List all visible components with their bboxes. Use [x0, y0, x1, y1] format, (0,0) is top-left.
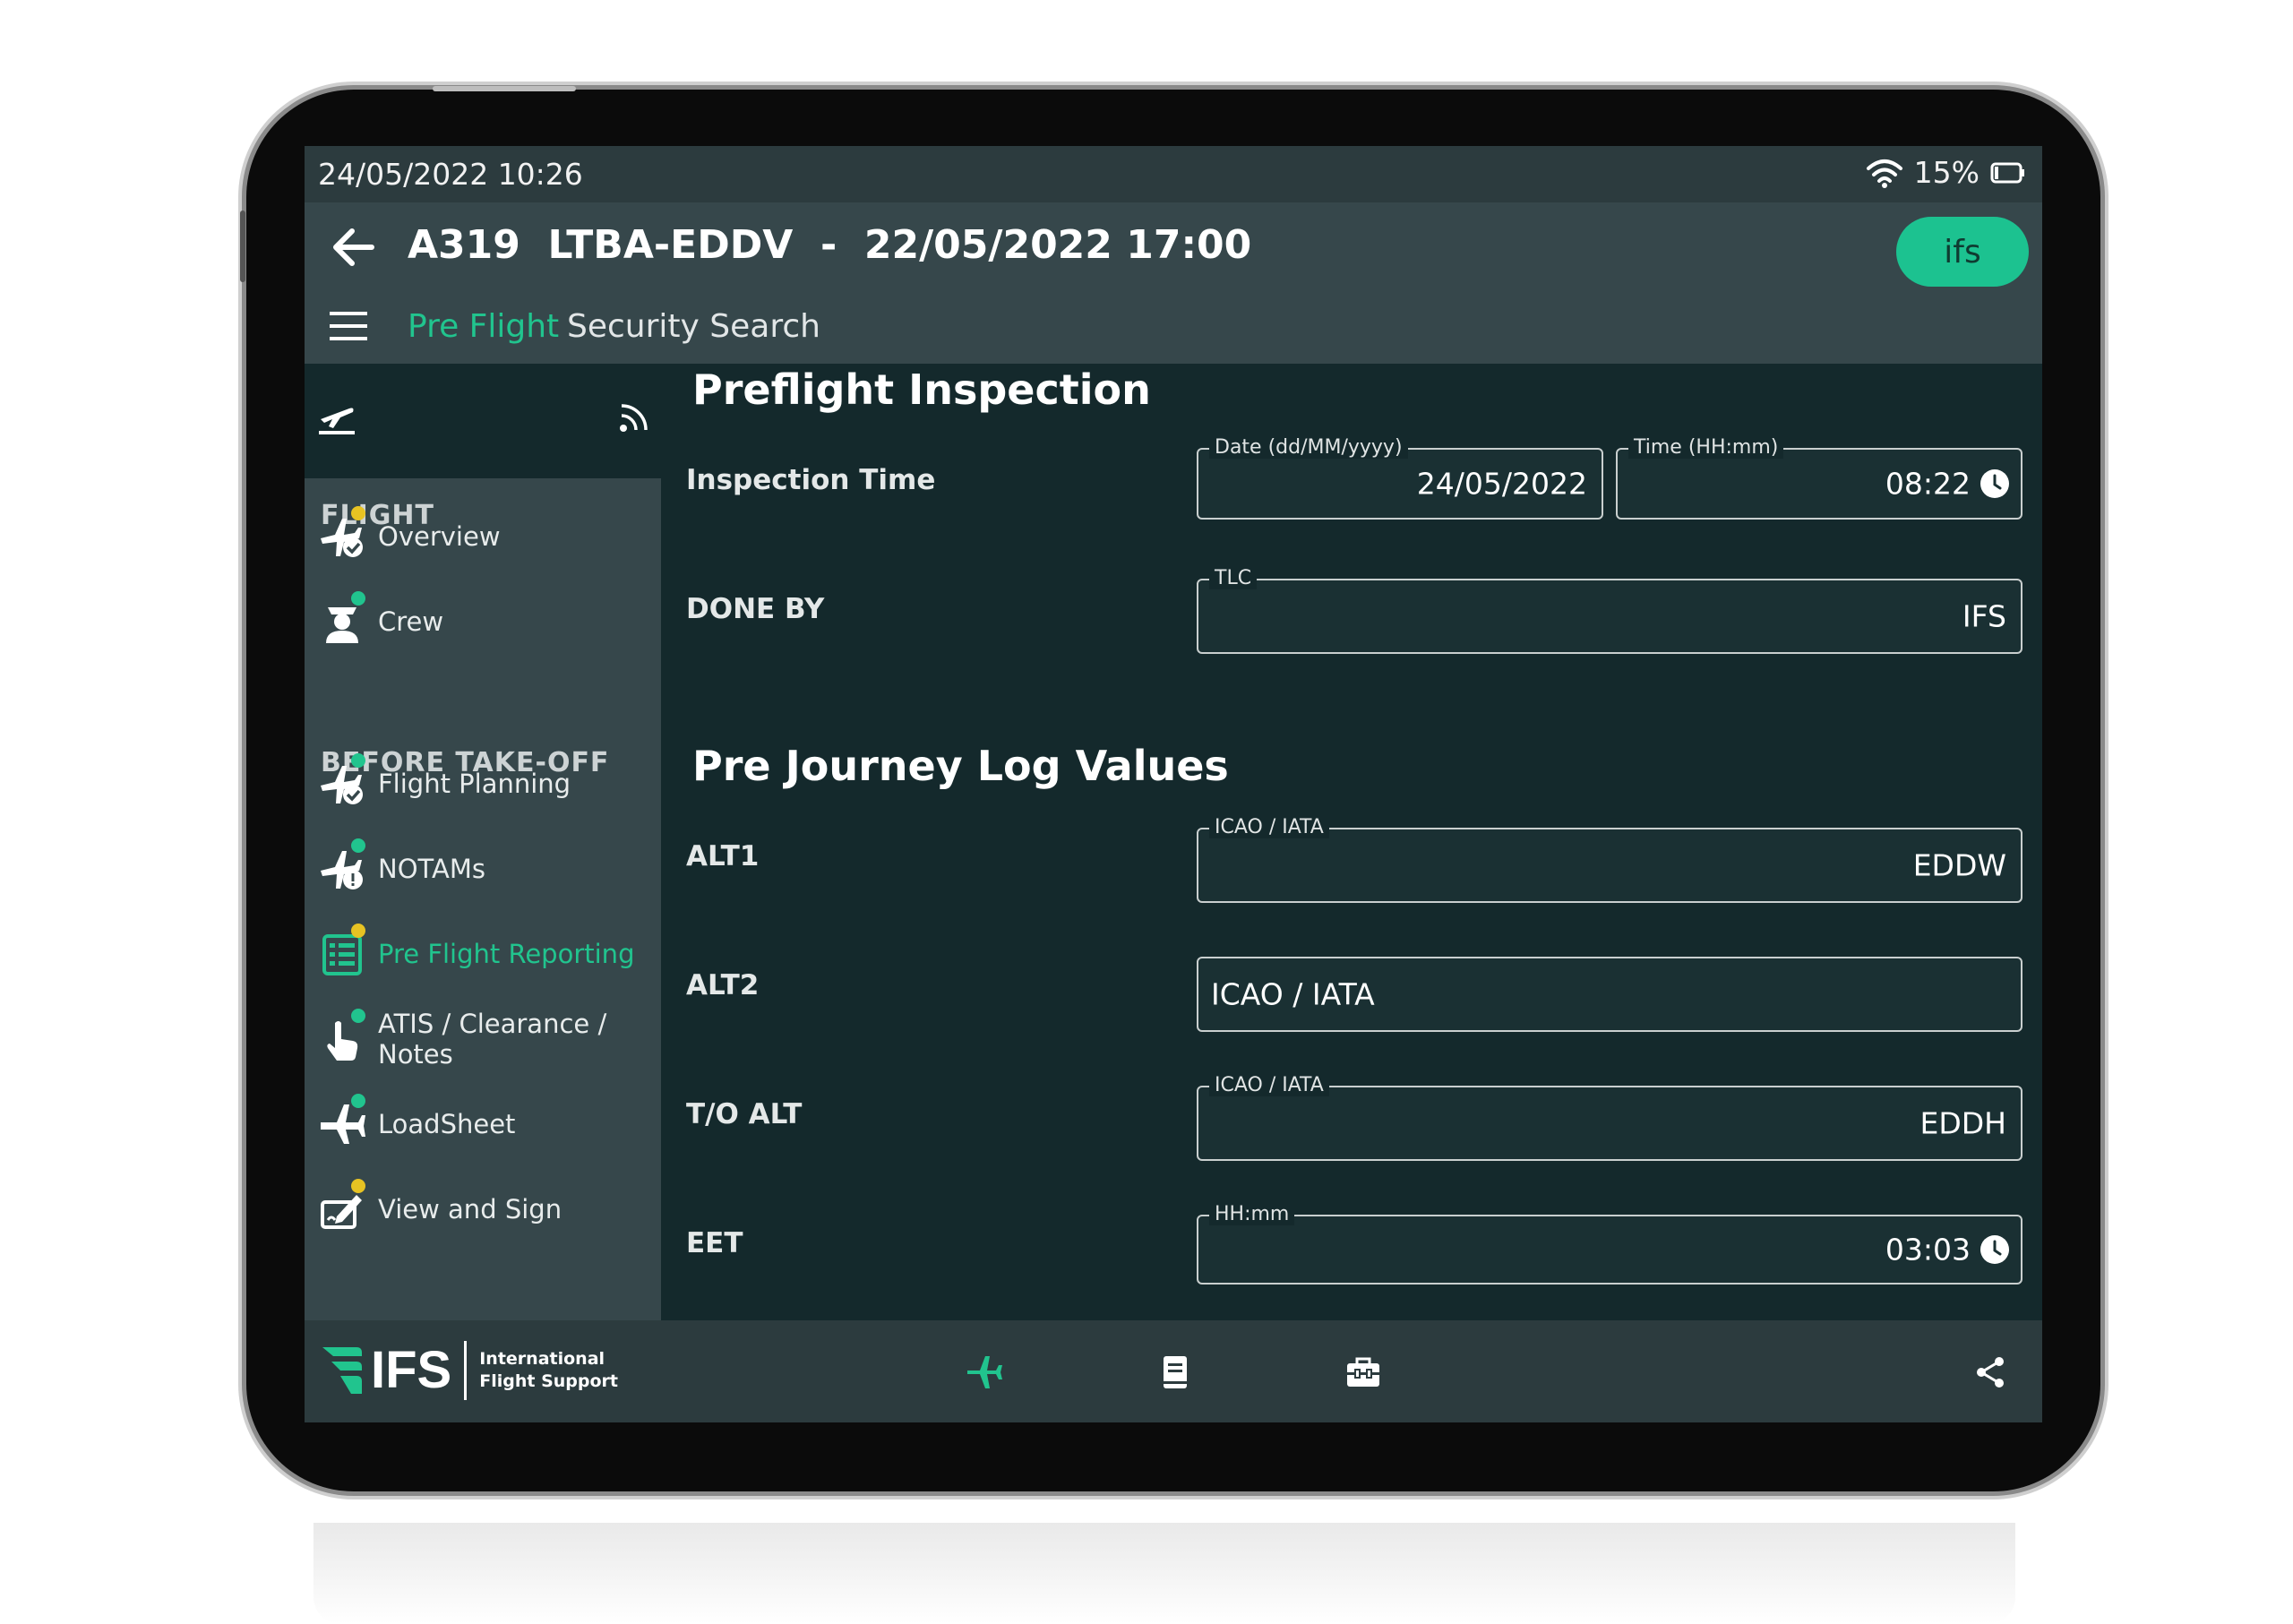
- done-by-field[interactable]: TLC IFS: [1197, 567, 2022, 654]
- sidebar-item-label: NOTAMs: [378, 854, 485, 884]
- sidebar-item-view-and-sign[interactable]: View and Sign: [305, 1173, 661, 1245]
- logo-text: IFS: [371, 1341, 452, 1399]
- clock-icon[interactable]: [1980, 1234, 2010, 1265]
- sidebar-item-label: Pre Flight Reporting: [378, 939, 635, 969]
- clock-icon[interactable]: [1980, 468, 2010, 499]
- sidebar-item-label: LoadSheet: [378, 1109, 516, 1139]
- status-dot-warning: [351, 506, 365, 520]
- field-legend: Time (HH:mm): [1628, 436, 1784, 459]
- done-by-label: DONE BY: [686, 593, 825, 625]
- logo-subtitle: International Flight Support: [479, 1348, 618, 1393]
- to-alt-label: T/O ALT: [686, 1098, 803, 1130]
- main-content: Preflight Inspection Inspection Time Dat…: [661, 364, 2042, 1320]
- alt1-field[interactable]: ICAO / IATA EDDW: [1197, 816, 2022, 903]
- hamburger-menu-icon[interactable]: [330, 308, 367, 344]
- status-dot-ok: [351, 1009, 365, 1023]
- sidebar-item-label: Flight Planning: [378, 769, 571, 799]
- status-dot-warning: [351, 924, 365, 938]
- app-screen: 24/05/2022 10:26 15% A319 LTBA-EDDV - 22…: [305, 146, 2042, 1422]
- field-legend: ICAO / IATA: [1209, 1074, 1329, 1096]
- ifs-logo-mark-icon: [322, 1346, 362, 1394]
- sidebar-item-pre-flight-reporting[interactable]: Pre Flight Reporting: [305, 918, 661, 990]
- field-value: 08:22: [1885, 466, 1971, 502]
- back-arrow-icon[interactable]: [327, 220, 381, 274]
- alt2-field[interactable]: ICAO / IATA: [1197, 957, 2022, 1032]
- to-alt-field[interactable]: ICAO / IATA EDDH: [1197, 1074, 2022, 1161]
- status-bar: 24/05/2022 10:26 15%: [305, 146, 2042, 202]
- sidebar-item-label: Crew: [378, 606, 444, 637]
- alt1-label: ALT1: [686, 840, 760, 872]
- battery-icon: [1990, 162, 2024, 183]
- bottom-bar: IFS International Flight Support: [305, 1320, 2042, 1422]
- logo-sub-line: Flight Support: [479, 1371, 618, 1391]
- device-shadow: [313, 1523, 2015, 1624]
- field-legend: Date (dd/MM/yyyy): [1209, 436, 1408, 459]
- battery-percent: 15%: [1913, 155, 1980, 190]
- tablet-side-button: [240, 211, 245, 282]
- status-datetime: 24/05/2022 10:26: [318, 157, 583, 192]
- alt2-label: ALT2: [686, 969, 760, 1001]
- field-legend: HH:mm: [1209, 1203, 1295, 1225]
- tab-pre-flight[interactable]: Pre Flight: [408, 308, 559, 345]
- inspection-time-label: Inspection Time: [686, 464, 936, 496]
- app-header: A319 LTBA-EDDV - 22/05/2022 17:00 ifs Pr…: [305, 202, 2042, 364]
- inspection-time-field[interactable]: Time (HH:mm) 08:22: [1616, 436, 2022, 520]
- field-placeholder: ICAO / IATA: [1211, 976, 1375, 1012]
- share-icon[interactable]: [1971, 1353, 2010, 1392]
- status-dot-warning: [351, 1179, 365, 1193]
- takeoff-icon[interactable]: [317, 400, 356, 435]
- status-dot-ok: [351, 1094, 365, 1108]
- field-value: 24/05/2022: [1416, 466, 1587, 502]
- sidebar-toolbar: [305, 364, 661, 478]
- preflight-inspection-heading: Preflight Inspection: [692, 365, 1151, 414]
- tab-security-search[interactable]: Security Search: [567, 308, 820, 345]
- ifs-badge-button[interactable]: ifs: [1896, 217, 2029, 287]
- sidebar-item-atis-clearance-notes[interactable]: ATIS / Clearance / Notes: [305, 1003, 661, 1075]
- sidebar-item-loadsheet[interactable]: LoadSheet: [305, 1088, 661, 1160]
- status-dot-ok: [351, 591, 365, 606]
- field-value: IFS: [1962, 598, 2006, 634]
- sidebar-item-label: View and Sign: [378, 1194, 563, 1224]
- toolbox-icon[interactable]: [1344, 1353, 1383, 1392]
- status-right: 15%: [1866, 155, 2026, 190]
- pre-journey-log-heading: Pre Journey Log Values: [692, 742, 1229, 790]
- eet-label: EET: [686, 1227, 743, 1259]
- status-dot-ok: [351, 753, 365, 768]
- logo-sub-line: International: [479, 1348, 605, 1369]
- field-value: EDDW: [1912, 847, 2006, 883]
- eet-field[interactable]: HH:mm 03:03: [1197, 1203, 2022, 1285]
- field-legend: ICAO / IATA: [1209, 816, 1329, 838]
- sidebar-item-crew[interactable]: Crew: [305, 586, 661, 657]
- sidebar-item-label: ATIS / Clearance / Notes: [378, 1009, 607, 1070]
- field-value: EDDH: [1919, 1105, 2007, 1141]
- ifs-logo: IFS International Flight Support: [321, 1340, 618, 1400]
- rss-feed-icon[interactable]: [618, 401, 650, 434]
- status-dot-ok: [351, 838, 365, 853]
- sidebar-item-overview[interactable]: Overview: [305, 501, 661, 572]
- wifi-icon: [1866, 159, 1902, 188]
- sidebar-item-label: Overview: [378, 521, 501, 552]
- tablet-top-button: [433, 86, 576, 91]
- field-legend: TLC: [1209, 567, 1258, 589]
- sidebar-item-notams[interactable]: NOTAMs: [305, 833, 661, 905]
- plane-icon[interactable]: [966, 1353, 1005, 1392]
- sidebar: FLIGHT Overview Crew BEFORE TAKE-OFF Fli…: [305, 364, 661, 1320]
- flight-title: A319 LTBA-EDDV - 22/05/2022 17:00: [408, 222, 1252, 268]
- field-value: 03:03: [1885, 1232, 1971, 1267]
- logo-divider: [464, 1340, 468, 1400]
- book-icon[interactable]: [1155, 1353, 1195, 1392]
- inspection-date-field[interactable]: Date (dd/MM/yyyy) 24/05/2022: [1197, 436, 1603, 520]
- sidebar-item-flight-planning[interactable]: Flight Planning: [305, 748, 661, 820]
